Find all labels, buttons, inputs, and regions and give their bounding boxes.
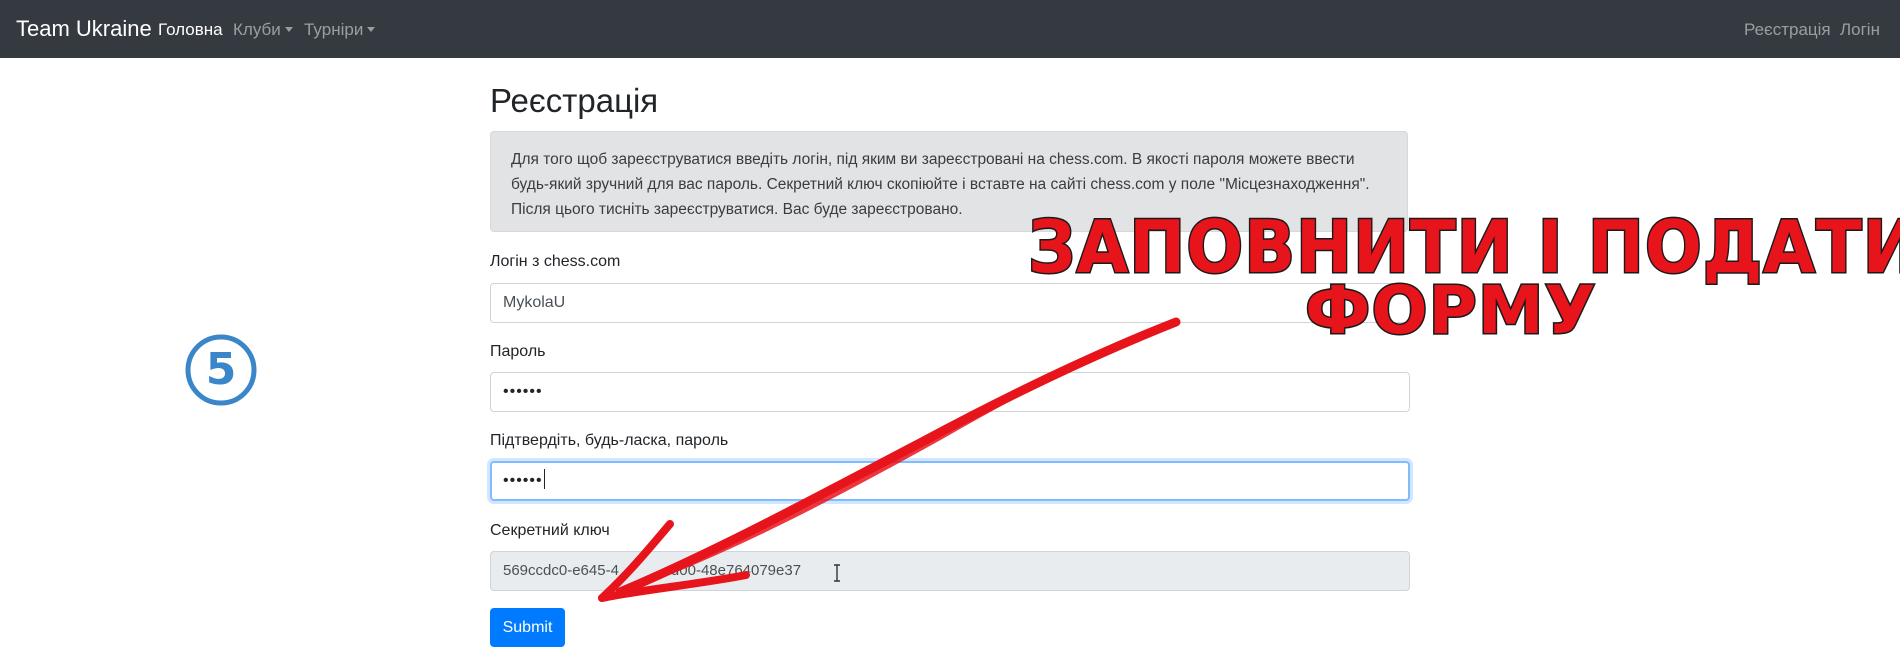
red-arrow-annotation (598, 317, 1181, 602)
annotation-headline-second: ФОРМУ (1304, 272, 1597, 349)
arrow-shaft (615, 317, 1181, 597)
